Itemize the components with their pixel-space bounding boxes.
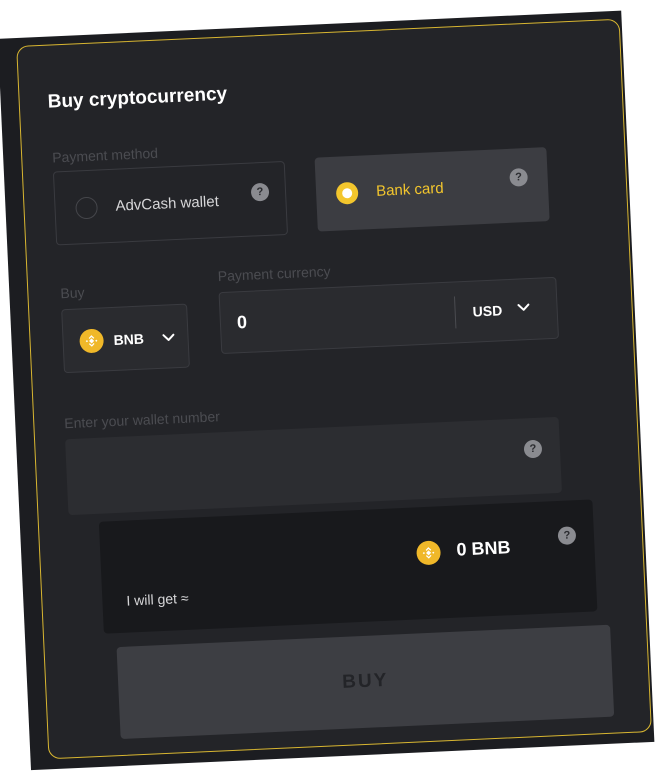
result-box: I will get ≈ 0 BNB ? [98, 499, 598, 634]
result-label: I will get ≈ [126, 589, 189, 609]
chevron-down-icon[interactable] [516, 300, 531, 315]
radio-icon[interactable] [335, 181, 359, 205]
bnb-coin-icon [79, 328, 105, 354]
bnb-coin-icon [416, 540, 442, 566]
tilted-view: Buy cryptocurrency Payment method AdvCas… [0, 0, 668, 776]
chevron-down-icon[interactable] [161, 330, 176, 345]
wallet-input-label: Enter your wallet number [63, 408, 221, 432]
buy-button[interactable]: BUY [116, 624, 615, 740]
buy-label: Buy [60, 284, 85, 302]
screenshot-stage: Buy cryptocurrency Payment method AdvCas… [0, 0, 668, 776]
result-amount: 0 BNB [456, 537, 511, 560]
payment-option-label: Bank card [375, 179, 444, 200]
payment-amount-value[interactable]: 0 [236, 312, 247, 333]
payment-currency-label: Payment currency [217, 263, 331, 285]
radio-icon[interactable] [75, 196, 99, 220]
payment-option-bank-card[interactable]: Bank card ? [314, 147, 550, 232]
question-icon[interactable]: ? [557, 526, 577, 545]
question-icon[interactable]: ? [509, 168, 529, 187]
selected-coin: BNB [113, 330, 145, 348]
card-title: Buy cryptocurrency [47, 83, 228, 113]
coin-select[interactable]: BNB [61, 303, 190, 374]
wallet-number-input[interactable]: ? [65, 416, 562, 516]
payment-method-label: Payment method [51, 144, 159, 166]
field-divider [453, 296, 457, 329]
payment-amount-field[interactable]: 0 USD [218, 276, 559, 355]
payment-option-advcash[interactable]: AdvCash wallet ? [52, 161, 289, 246]
question-icon[interactable]: ? [250, 182, 270, 202]
buy-crypto-card: Buy cryptocurrency Payment method AdvCas… [16, 18, 652, 760]
question-icon[interactable]: ? [523, 439, 543, 459]
payment-option-label: AdvCash wallet [115, 193, 220, 215]
selected-currency[interactable]: USD [472, 302, 502, 319]
